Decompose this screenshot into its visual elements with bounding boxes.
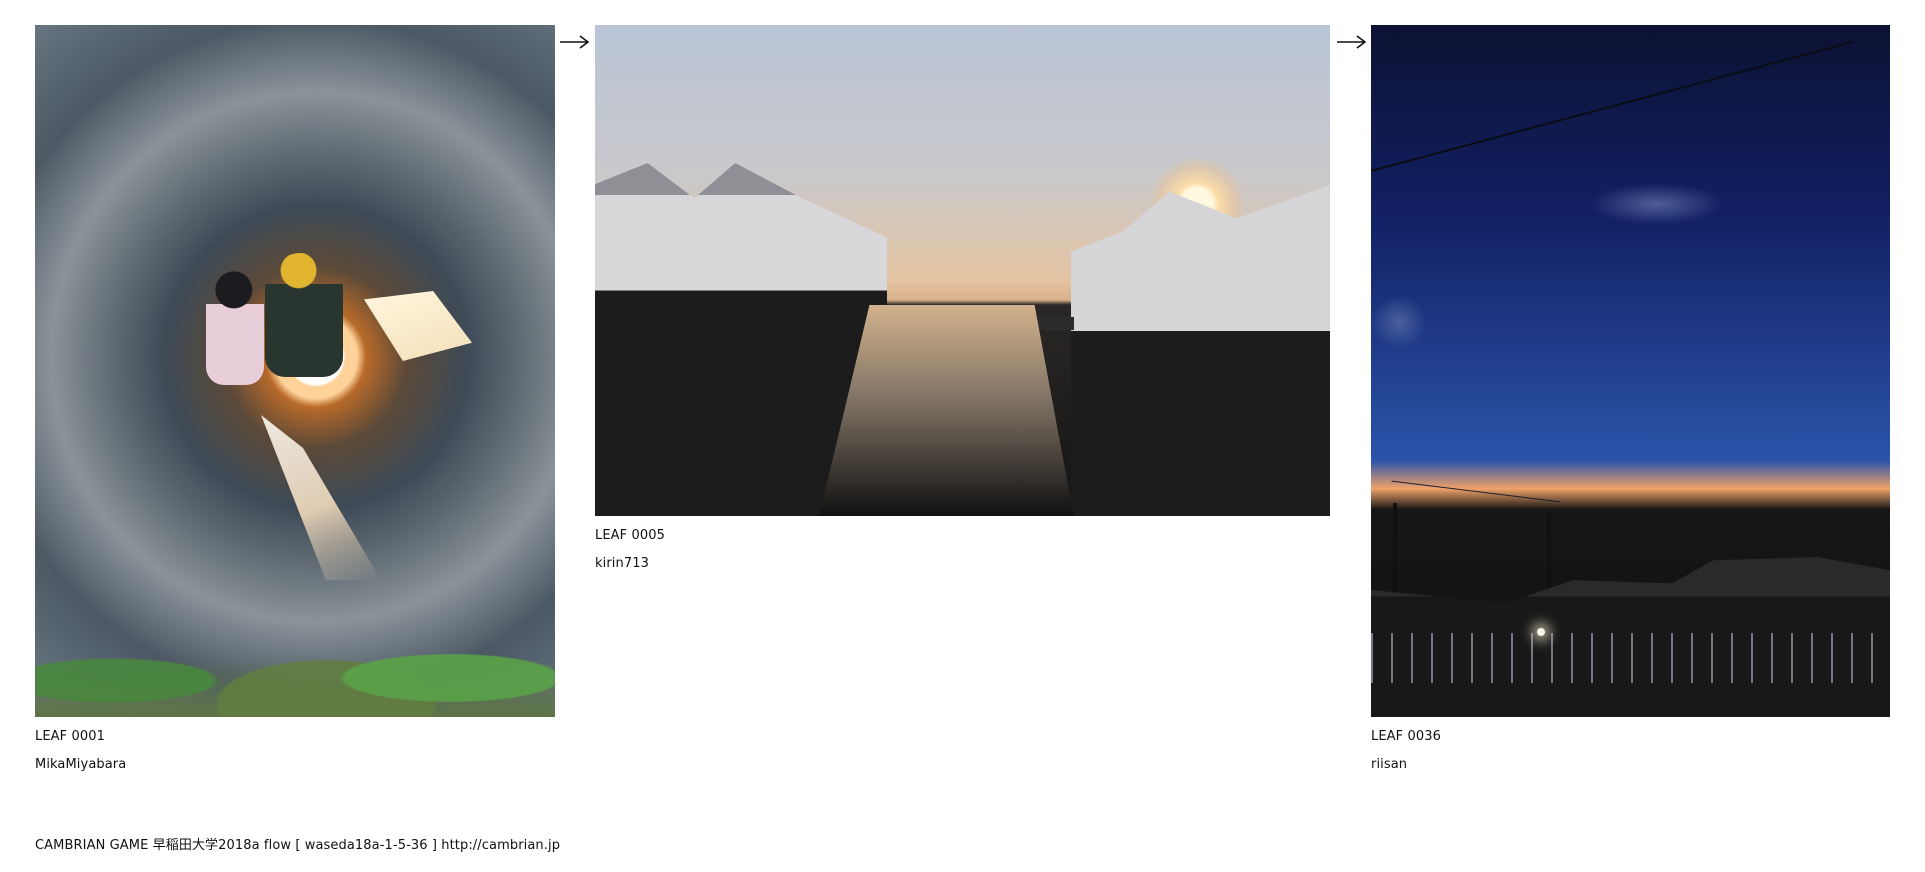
power-line-lower <box>1391 480 1561 503</box>
leaf-user-label[interactable]: MikaMiyabara <box>35 757 126 773</box>
arrow-right-icon <box>560 35 590 49</box>
child-figure-right <box>265 253 343 377</box>
child-figure-left <box>206 269 264 385</box>
power-line-upper <box>1371 41 1853 175</box>
fence <box>1371 633 1890 683</box>
cloud-upper <box>1589 183 1724 225</box>
footer-info: CAMBRIAN GAME 早稲田大学2018a flow [ waseda18… <box>35 838 561 853</box>
leaf-id-label: LEAF 0036 <box>1371 729 1441 744</box>
leaf-photo-0001[interactable] <box>35 25 555 717</box>
grass-foreground <box>35 587 555 717</box>
arrow-right-icon <box>1337 35 1367 49</box>
leaf-id-label: LEAF 0005 <box>595 528 665 543</box>
leaf-photo-0036[interactable] <box>1371 25 1890 717</box>
leaf-card-0001: LEAF 0001 MikaMiyabara <box>35 25 555 785</box>
light-streak-bottom <box>261 415 381 580</box>
light-streak-right <box>364 291 472 361</box>
leaf-user-label[interactable]: kirin713 <box>595 556 649 572</box>
leaf-user-label[interactable]: riisan <box>1371 757 1407 773</box>
leaf-photo-0005[interactable] <box>595 25 1330 516</box>
street-lamp <box>1537 628 1545 636</box>
leaf-id-label: LEAF 0001 <box>35 729 105 744</box>
leaf-card-0005: LEAF 0005 kirin713 <box>595 25 1330 580</box>
cloud-left <box>1371 295 1427 349</box>
leaf-card-0036: LEAF 0036 riisan <box>1371 25 1891 785</box>
right-buildings <box>1071 185 1330 516</box>
